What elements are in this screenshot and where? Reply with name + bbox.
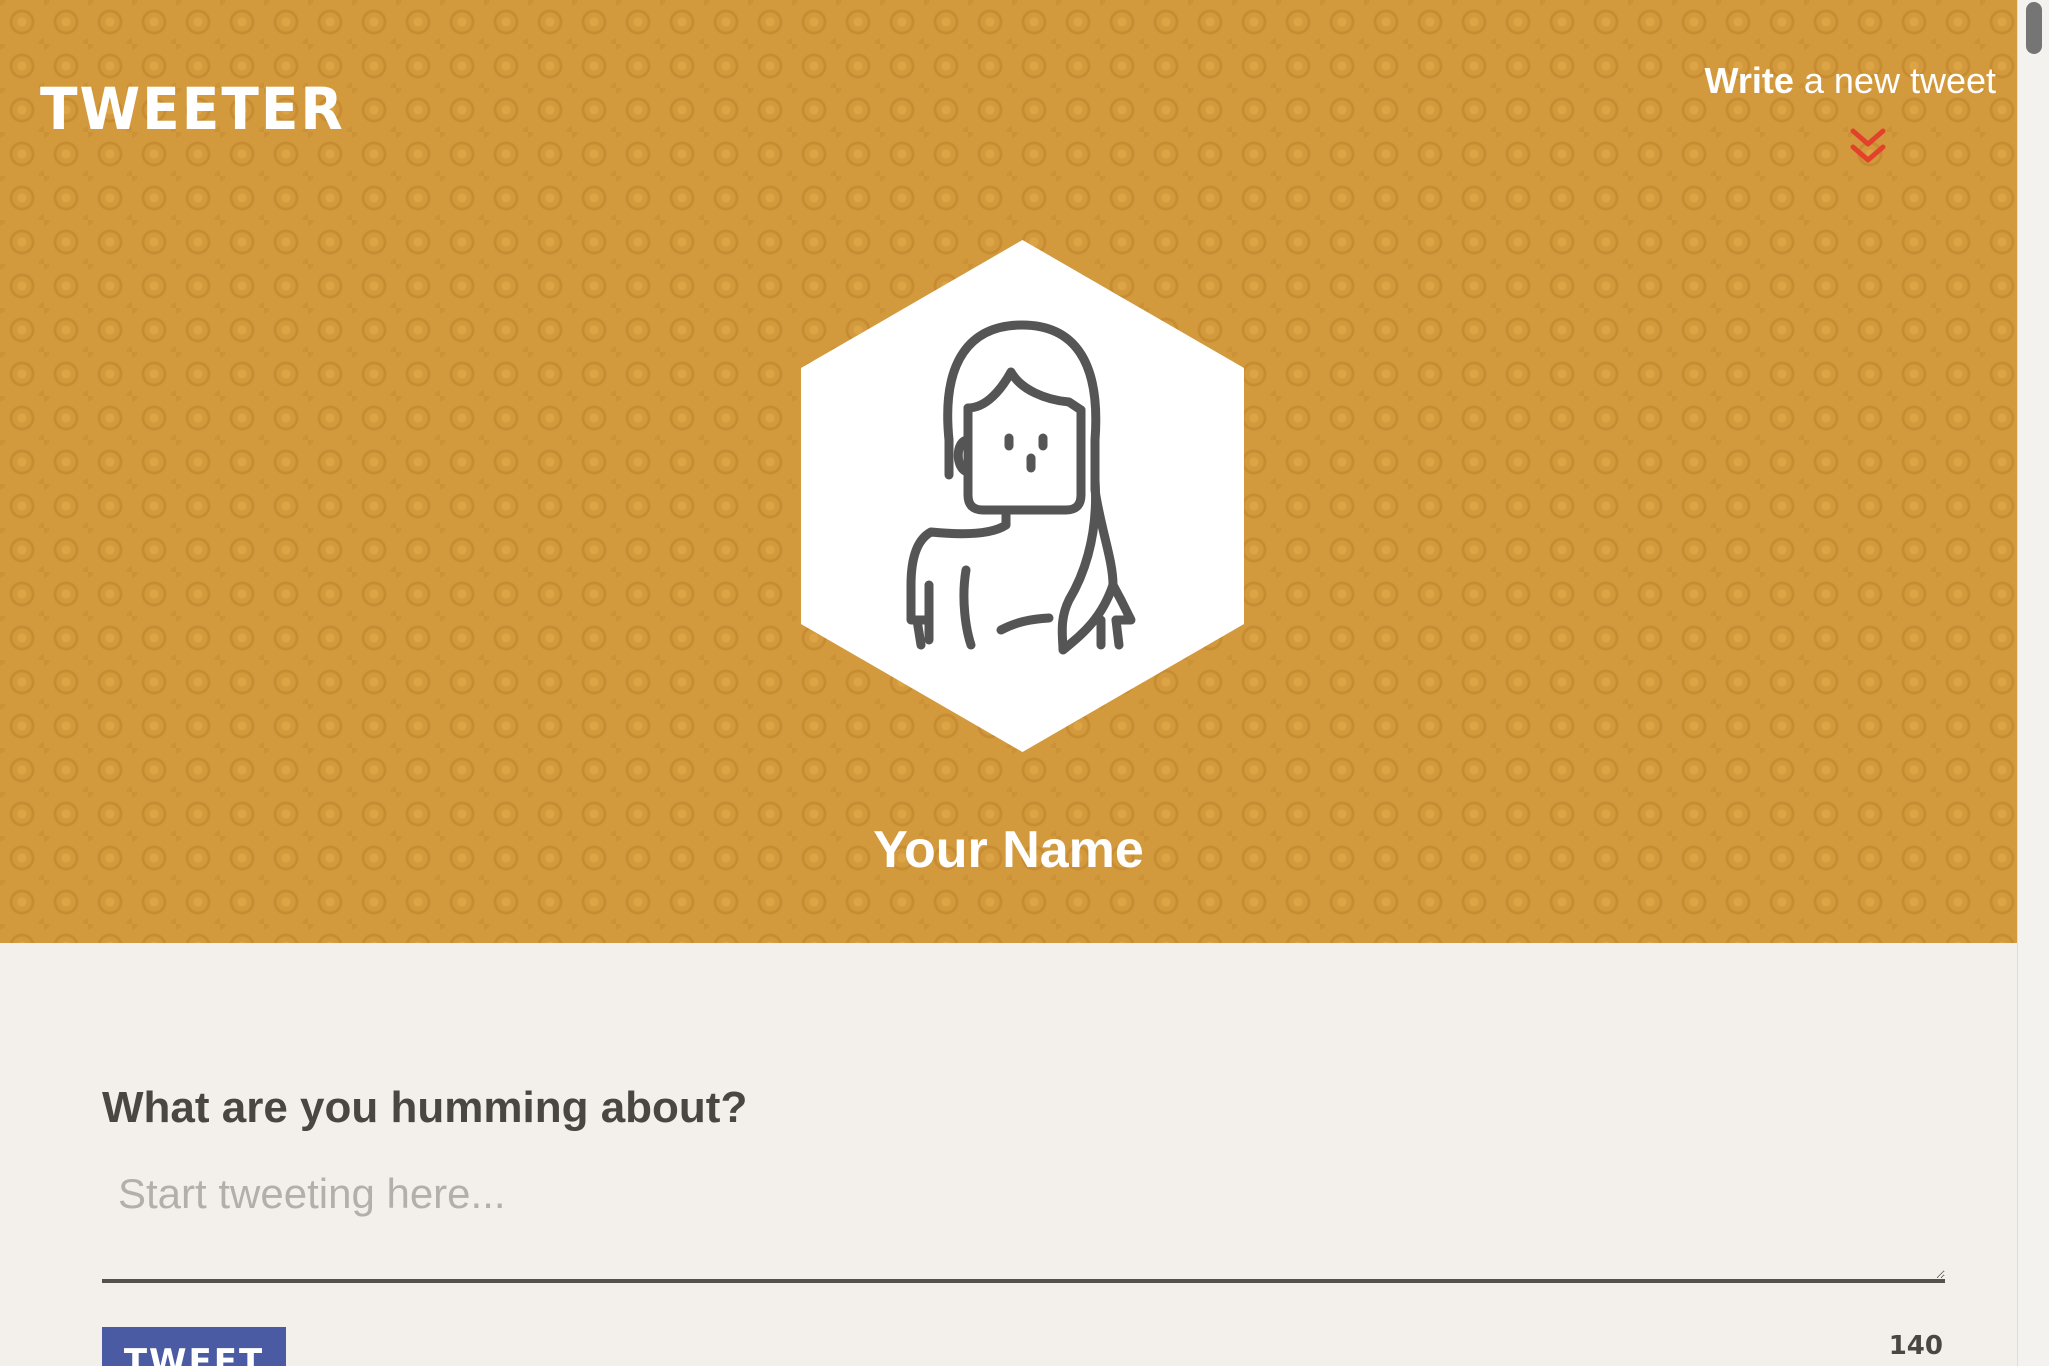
character-counter: 140 (1888, 1331, 1943, 1361)
write-link-strong: Write (1704, 60, 1794, 101)
tweet-input[interactable] (102, 1158, 1945, 1283)
app-logo[interactable]: TWEETER (40, 80, 345, 139)
compose-prompt-label: What are you humming about? (102, 1083, 748, 1132)
scrollbar-thumb[interactable] (2026, 2, 2042, 54)
avatar (801, 240, 1244, 752)
page: TWEETER Write a new tweet Your Name What… (0, 0, 2049, 1366)
write-new-tweet-link[interactable]: Write a new tweet (1636, 60, 1996, 102)
profile-header: TWEETER Write a new tweet Your Name (0, 0, 2017, 943)
double-chevron-down-icon[interactable] (1849, 127, 1887, 167)
vertical-scrollbar[interactable] (2017, 0, 2049, 1366)
woman-avatar-icon (906, 320, 1136, 655)
user-name: Your Name (873, 821, 1144, 879)
write-link-rest: a new tweet (1793, 60, 1996, 101)
compose-tweet-section: What are you humming about? TWEET 140 (0, 943, 2017, 1366)
tweet-button[interactable]: TWEET (102, 1327, 286, 1366)
